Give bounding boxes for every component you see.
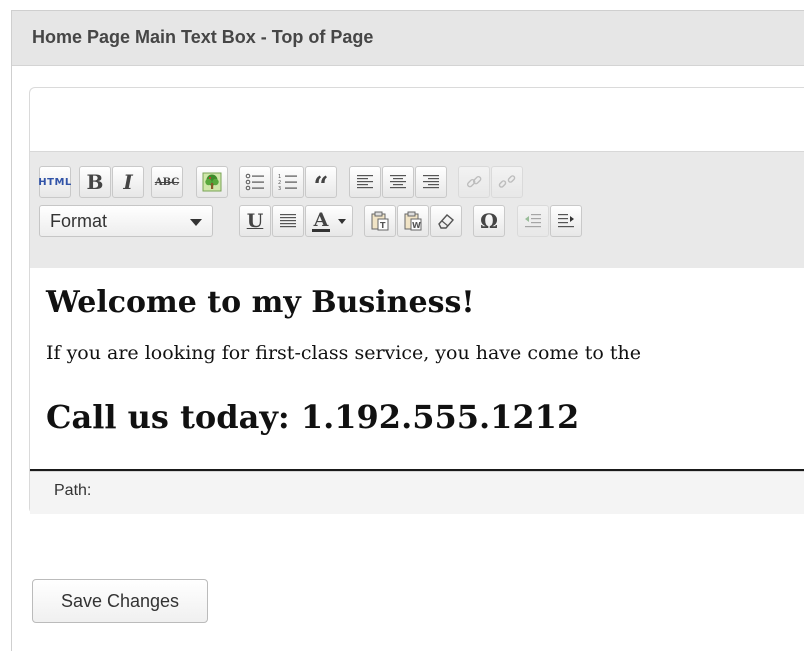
blockquote-button[interactable]: “ <box>305 166 337 202</box>
content-call-heading: Call us today: 1.192.555.1212 <box>46 398 580 436</box>
save-changes-button[interactable]: Save Changes <box>32 579 208 623</box>
panel-header: Home Page Main Text Box - Top of Page <box>12 11 804 66</box>
justify-button[interactable] <box>272 205 304 237</box>
align-center-icon <box>390 175 406 189</box>
toolbar-row-2: Format U A T W Ω <box>39 205 804 237</box>
format-select[interactable]: Format <box>39 205 213 237</box>
underline-label: U <box>246 210 264 232</box>
chevron-down-icon <box>338 219 346 224</box>
strikethrough-button[interactable]: ABC <box>151 166 183 198</box>
special-character-button[interactable]: Ω <box>473 205 505 237</box>
numbered-list-button[interactable]: 1 2 3 <box>272 166 304 198</box>
indent-icon <box>558 214 574 228</box>
eraser-icon <box>438 214 454 229</box>
path-label: Path: <box>54 482 92 499</box>
unlink-icon <box>498 175 516 188</box>
link-icon <box>466 175 482 188</box>
unlink-button[interactable] <box>491 166 523 198</box>
clear-formatting-button[interactable] <box>430 205 462 237</box>
align-left-icon <box>357 175 373 189</box>
html-button[interactable]: HTML <box>38 166 72 198</box>
italic-label: I <box>123 170 133 194</box>
editor-statusbar: Path: <box>30 471 804 514</box>
text-color-label: A <box>313 208 329 231</box>
bullet-list-icon <box>245 173 264 191</box>
outdent-button[interactable] <box>517 205 549 237</box>
align-right-icon <box>423 175 439 189</box>
text-color-swatch <box>312 228 330 232</box>
paste-word-button[interactable]: W <box>397 205 429 237</box>
blockquote-icon: “ <box>313 172 329 202</box>
text-color-icon: A <box>312 208 330 232</box>
chevron-down-icon <box>190 219 202 226</box>
outdent-icon <box>525 214 541 228</box>
edit-panel: Home Page Main Text Box - Top of Page HT… <box>11 10 804 651</box>
format-select-value: Format <box>50 211 108 231</box>
justify-icon <box>280 214 296 228</box>
tree-image-icon <box>202 172 222 192</box>
html-label: HTML <box>38 176 72 188</box>
align-left-button[interactable] <box>349 166 381 198</box>
editor-content[interactable]: Welcome to my Business! If you are looki… <box>30 268 804 471</box>
svg-text:T: T <box>380 221 386 230</box>
paste-text-button[interactable]: T <box>364 205 396 237</box>
editor-toolbar: HTML B I ABC 1 2 3 “ Format U A T W Ω <box>30 151 804 269</box>
panel-title: Home Page Main Text Box - Top of Page <box>32 27 374 47</box>
paste-text-icon: T <box>371 211 389 231</box>
bullet-list-button[interactable] <box>239 166 271 198</box>
content-heading: Welcome to my Business! <box>46 285 475 320</box>
underline-button[interactable]: U <box>239 205 271 237</box>
paste-word-icon: W <box>404 211 422 231</box>
insert-link-button[interactable] <box>458 166 490 198</box>
bold-button[interactable]: B <box>79 166 111 198</box>
align-right-button[interactable] <box>415 166 447 198</box>
numbered-list-icon: 1 2 3 <box>278 174 297 191</box>
text-color-button[interactable]: A <box>305 205 353 237</box>
svg-text:W: W <box>412 221 421 230</box>
insert-image-button[interactable] <box>196 166 228 198</box>
bold-label: B <box>86 170 104 194</box>
strikethrough-label: ABC <box>154 176 180 188</box>
svg-text:3: 3 <box>278 186 281 191</box>
indent-button[interactable] <box>550 205 582 237</box>
italic-button[interactable]: I <box>112 166 144 198</box>
rich-text-editor: HTML B I ABC 1 2 3 “ Format U A T W Ω We… <box>29 87 804 514</box>
omega-icon: Ω <box>480 209 498 233</box>
align-center-button[interactable] <box>382 166 414 198</box>
content-paragraph: If you are looking for first-class servi… <box>46 342 641 364</box>
toolbar-row-1: HTML B I ABC 1 2 3 “ <box>38 166 804 202</box>
